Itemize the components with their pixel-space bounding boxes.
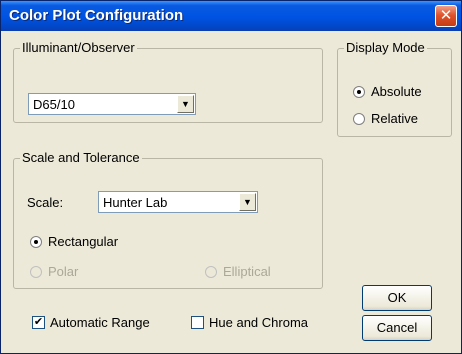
dialog-window: Color Plot Configuration ✕ Illuminant/Ob… [0, 0, 462, 354]
close-icon: ✕ [439, 7, 453, 24]
scale-value: Hunter Lab [103, 195, 168, 210]
radio-rectangular-indicator[interactable] [30, 236, 42, 248]
cancel-button[interactable]: Cancel [362, 315, 432, 341]
radio-absolute-indicator[interactable] [353, 86, 365, 98]
radio-polar-indicator [30, 266, 42, 278]
scale-dropdown[interactable]: Hunter Lab ▼ [98, 191, 258, 213]
radio-relative-indicator[interactable] [353, 113, 365, 125]
hue-chroma-check-box[interactable] [191, 316, 204, 329]
automatic-range-label: Automatic Range [50, 315, 150, 330]
radio-polar-label: Polar [48, 264, 79, 279]
automatic-range-check-box[interactable]: ✔ [32, 316, 45, 329]
chevron-down-icon[interactable]: ▼ [239, 193, 256, 211]
radio-rectangular-label: Rectangular [48, 234, 119, 249]
radio-elliptical-label: Elliptical [223, 264, 271, 279]
scale-label: Scale: [27, 195, 64, 210]
dialog-title: Color Plot Configuration [9, 7, 184, 24]
illuminant-observer-value: D65/10 [33, 97, 75, 112]
illuminant-observer-legend: Illuminant/Observer [22, 40, 135, 55]
radio-elliptical-indicator [205, 266, 217, 278]
hue-chroma-label: Hue and Chroma [209, 315, 308, 330]
display-mode-legend: Display Mode [346, 40, 425, 55]
illuminant-observer-dropdown[interactable]: D65/10 ▼ [28, 93, 196, 115]
title-bar[interactable]: Color Plot Configuration ✕ [1, 1, 461, 31]
close-button[interactable]: ✕ [435, 5, 457, 27]
scale-tolerance-legend: Scale and Tolerance [22, 150, 140, 165]
chevron-down-icon[interactable]: ▼ [177, 95, 194, 113]
radio-relative-label: Relative [371, 111, 418, 126]
radio-absolute-label: Absolute [371, 84, 422, 99]
ok-button[interactable]: OK [362, 285, 432, 311]
